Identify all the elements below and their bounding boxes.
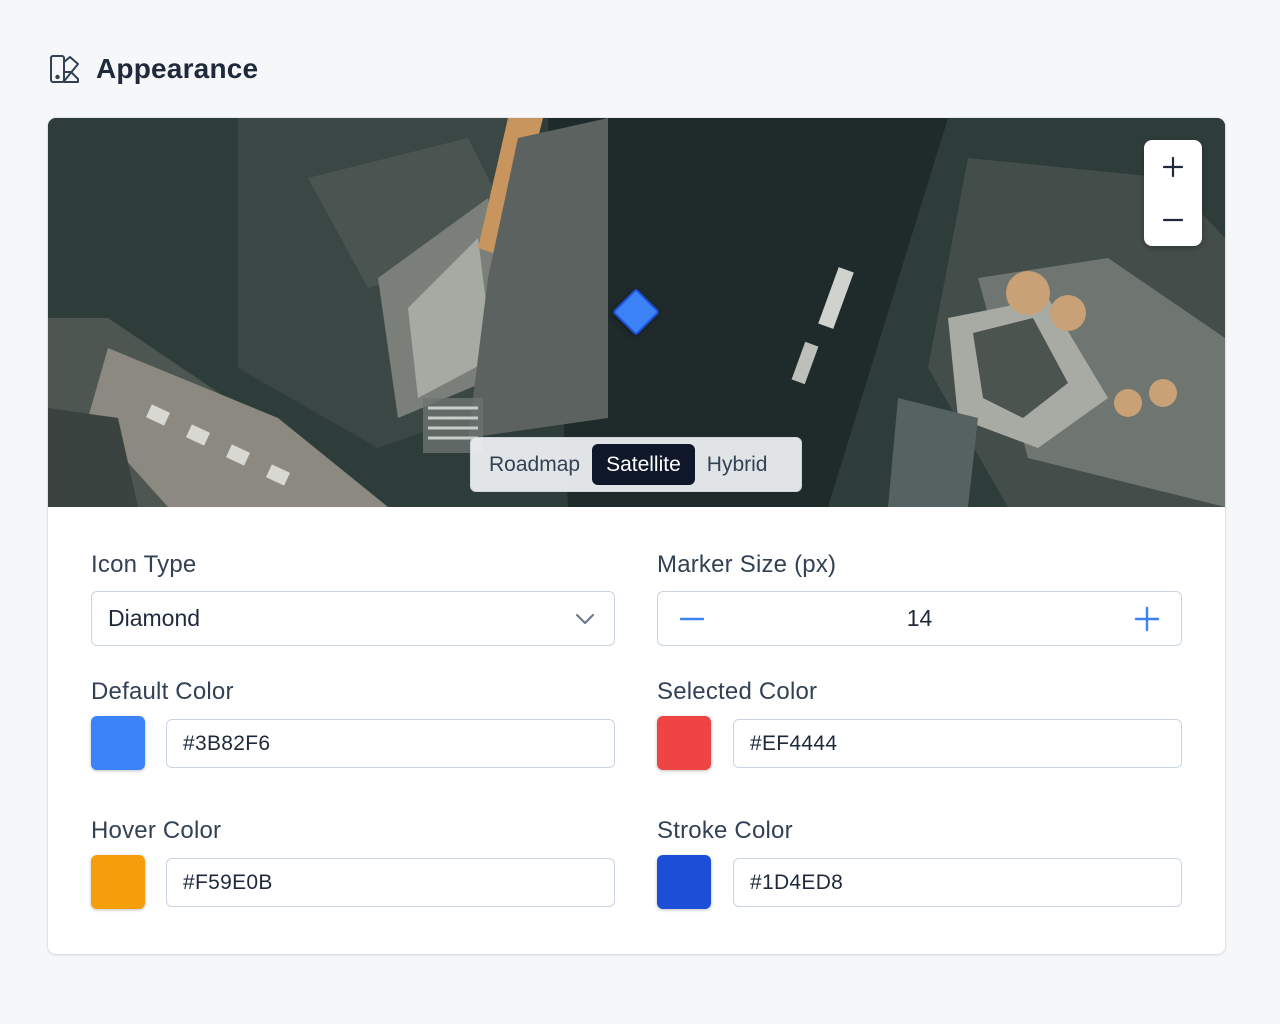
icon-type-label: Icon Type: [91, 551, 197, 578]
map-type-toggle: Roadmap Satellite Hybrid: [470, 437, 802, 492]
minus-icon: [679, 617, 705, 620]
default-color-input[interactable]: [166, 719, 615, 768]
marker-size-label: Marker Size (px): [657, 551, 837, 578]
appearance-card: Roadmap Satellite Hybrid Icon Type Diamo…: [48, 118, 1225, 954]
map-type-satellite[interactable]: Satellite: [592, 444, 695, 485]
hover-color-swatch[interactable]: [91, 855, 145, 909]
increment-button[interactable]: [1113, 592, 1181, 645]
map-preview[interactable]: Roadmap Satellite Hybrid: [48, 118, 1225, 507]
decrement-button[interactable]: [658, 592, 726, 645]
appearance-form: Icon Type Diamond Marker Size (px) 14 De…: [48, 507, 1225, 954]
marker-size-value[interactable]: 14: [726, 605, 1113, 632]
icon-type-value: Diamond: [108, 605, 201, 631]
stroke-color-label: Stroke Color: [657, 817, 793, 844]
stroke-color-swatch[interactable]: [657, 855, 711, 909]
plus-icon: [1134, 606, 1160, 631]
zoom-out-button[interactable]: [1144, 193, 1202, 246]
selected-color-input[interactable]: [733, 719, 1182, 768]
minus-icon: [1162, 218, 1184, 221]
appearance-icon: [50, 55, 79, 83]
marker-size-stepper: 14: [657, 591, 1182, 646]
default-color-swatch[interactable]: [91, 716, 145, 770]
selected-color-swatch[interactable]: [657, 716, 711, 770]
hover-color-input[interactable]: [166, 858, 615, 907]
default-color-label: Default Color: [91, 678, 234, 705]
section-header: Appearance: [48, 50, 258, 88]
map-type-roadmap[interactable]: Roadmap: [477, 444, 592, 485]
hover-color-label: Hover Color: [91, 817, 222, 844]
map-type-hybrid[interactable]: Hybrid: [695, 444, 780, 485]
selected-color-label: Selected Color: [657, 678, 818, 705]
icon-type-select[interactable]: Diamond: [91, 591, 615, 646]
stroke-color-input[interactable]: [733, 858, 1182, 907]
chevron-down-icon: [576, 613, 594, 624]
zoom-control: [1144, 140, 1202, 246]
plus-icon: [1162, 156, 1184, 177]
page-title: Appearance: [96, 53, 259, 84]
zoom-in-button[interactable]: [1144, 140, 1202, 193]
